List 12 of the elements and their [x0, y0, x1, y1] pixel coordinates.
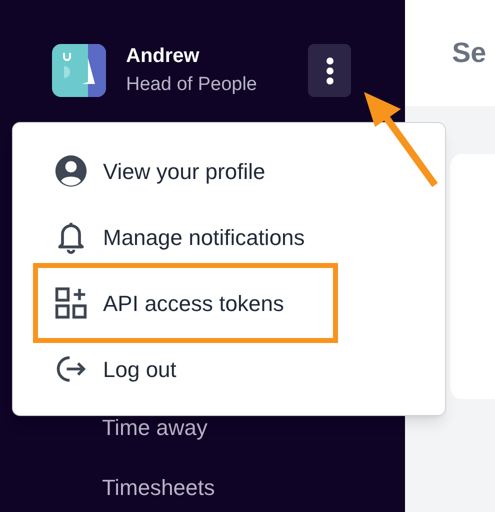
nav-item[interactable]: Timesheets: [102, 474, 215, 502]
page-title: Se: [452, 36, 486, 70]
user-name: Andrew: [126, 44, 200, 69]
kebab-icon: [326, 56, 334, 84]
user-icon: [54, 154, 88, 188]
nav-item[interactable]: Time away: [102, 414, 208, 442]
menu-item[interactable]: View your profile: [33, 141, 266, 201]
menu-item[interactable]: API access tokens: [33, 263, 338, 343]
more-button[interactable]: [308, 44, 351, 97]
user-role: Head of People: [126, 73, 258, 97]
avatar-icon: [52, 44, 106, 97]
grid-plus-icon: [54, 286, 88, 320]
